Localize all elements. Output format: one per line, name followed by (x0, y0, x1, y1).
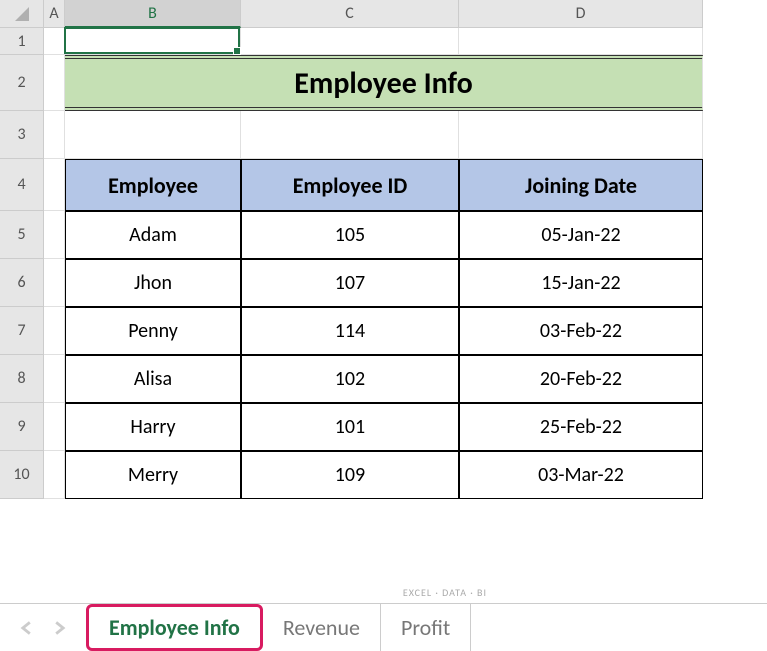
row-header-9[interactable]: 9 (0, 403, 44, 451)
row-header-1[interactable]: 1 (0, 28, 44, 55)
table-row[interactable]: Merry (65, 451, 241, 499)
cell-A3[interactable] (44, 111, 65, 159)
table-row[interactable]: 03-Mar-22 (459, 451, 703, 499)
tab-prev-icon[interactable] (20, 621, 34, 635)
sheet-tab-employee-info[interactable]: Employee Info (86, 604, 263, 651)
tab-list: Employee InfoRevenueProfit (86, 604, 471, 651)
title-cell[interactable]: Employee Info (65, 55, 703, 111)
cell-D3[interactable] (459, 111, 703, 159)
column-header-A[interactable]: A (44, 0, 65, 28)
row-header-2[interactable]: 2 (0, 55, 44, 111)
table-header-2[interactable]: Joining Date (459, 159, 703, 211)
cell-A9[interactable] (44, 403, 65, 451)
table-row[interactable]: 15-Jan-22 (459, 259, 703, 307)
select-all-corner[interactable] (0, 0, 44, 28)
cell-A7[interactable] (44, 307, 65, 355)
cell-B1[interactable] (65, 28, 241, 55)
table-row[interactable]: 20-Feb-22 (459, 355, 703, 403)
spreadsheet-grid[interactable]: Employee Info EmployeeEmployee IDJoining … (44, 28, 703, 499)
table-row[interactable]: 102 (241, 355, 459, 403)
cell-A4[interactable] (44, 159, 65, 211)
cell-A5[interactable] (44, 211, 65, 259)
column-header-B[interactable]: B (65, 0, 241, 28)
column-headers: ABCD (44, 0, 703, 28)
tab-navigation (0, 604, 86, 651)
cell-C1[interactable] (241, 28, 459, 55)
cell-A10[interactable] (44, 451, 65, 499)
cell-A6[interactable] (44, 259, 65, 307)
cell-A2[interactable] (44, 55, 65, 111)
cell-D1[interactable] (459, 28, 703, 55)
table-row[interactable]: 05-Jan-22 (459, 211, 703, 259)
table-header-0[interactable]: Employee (65, 159, 241, 211)
row-header-6[interactable]: 6 (0, 259, 44, 307)
sheet-tab-profit[interactable]: Profit (381, 604, 471, 651)
table-row[interactable]: 03-Feb-22 (459, 307, 703, 355)
table-row[interactable]: 107 (241, 259, 459, 307)
table-row[interactable]: 25-Feb-22 (459, 403, 703, 451)
row-header-5[interactable]: 5 (0, 211, 44, 259)
table-header-1[interactable]: Employee ID (241, 159, 459, 211)
table-row[interactable]: Adam (65, 211, 241, 259)
cell-C3[interactable] (241, 111, 459, 159)
table-row[interactable]: 114 (241, 307, 459, 355)
sheet-tab-revenue[interactable]: Revenue (263, 604, 381, 651)
cell-A8[interactable] (44, 355, 65, 403)
sheet-tab-bar: Employee InfoRevenueProfit (0, 603, 767, 651)
table-row[interactable]: Harry (65, 403, 241, 451)
column-header-C[interactable]: C (241, 0, 459, 28)
row-header-7[interactable]: 7 (0, 307, 44, 355)
column-header-D[interactable]: D (459, 0, 703, 28)
table-row[interactable]: Jhon (65, 259, 241, 307)
table-row[interactable]: 105 (241, 211, 459, 259)
row-headers: 12345678910 (0, 28, 44, 499)
row-header-10[interactable]: 10 (0, 451, 44, 499)
row-header-8[interactable]: 8 (0, 355, 44, 403)
table-row[interactable]: Penny (65, 307, 241, 355)
table-row[interactable]: 101 (241, 403, 459, 451)
watermark-text: EXCEL · DATA · BI (403, 586, 487, 599)
table-row[interactable]: 109 (241, 451, 459, 499)
cell-A1[interactable] (44, 28, 65, 55)
tab-next-icon[interactable] (52, 621, 66, 635)
table-row[interactable]: Alisa (65, 355, 241, 403)
cell-B3[interactable] (65, 111, 241, 159)
row-header-3[interactable]: 3 (0, 111, 44, 159)
row-header-4[interactable]: 4 (0, 159, 44, 211)
